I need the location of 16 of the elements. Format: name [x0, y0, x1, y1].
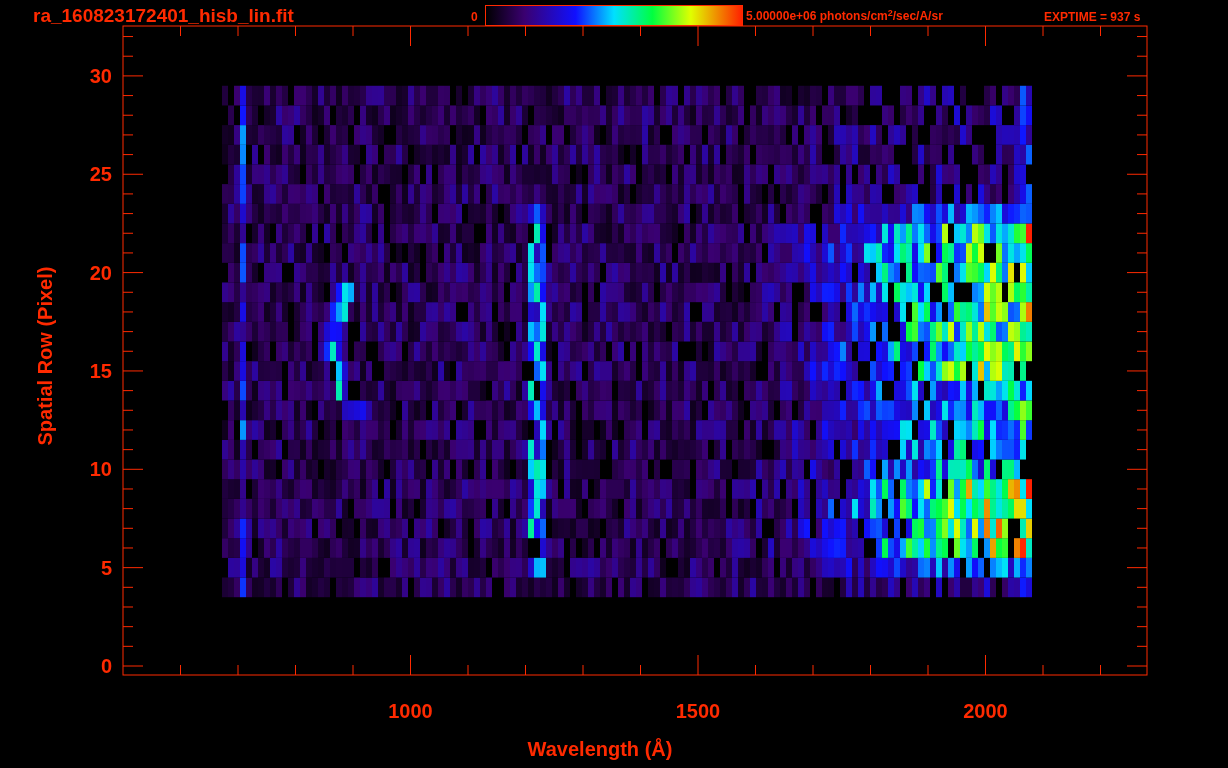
- y-axis-label: Spatial Row (Pixel): [33, 265, 57, 448]
- y-tick-label: 25: [88, 162, 112, 187]
- exposure-time: EXPTIME = 937 s: [1044, 10, 1141, 24]
- y-tick-label: 0: [99, 654, 112, 678]
- y-tick-label: 20: [88, 260, 112, 285]
- scale-max-label: 5.00000e+06 photons/cm$^{2}$/sec/A/sr: [746, 8, 943, 24]
- x-tick-label: 2000: [962, 699, 1009, 723]
- y-tick-label: 10: [88, 457, 112, 482]
- y-tick-label: 5: [99, 555, 112, 580]
- scale-min-label: 0: [471, 10, 478, 24]
- x-tick-label: 1500: [674, 699, 722, 723]
- y-tick-label: 15: [88, 358, 112, 383]
- y-tick-label: 30: [88, 63, 112, 88]
- file-title: ra_160823172401_hisb_lin.fit: [33, 5, 294, 27]
- x-tick-label: 1000: [387, 699, 434, 723]
- x-axis-label: Wavelength (Å): [526, 737, 674, 761]
